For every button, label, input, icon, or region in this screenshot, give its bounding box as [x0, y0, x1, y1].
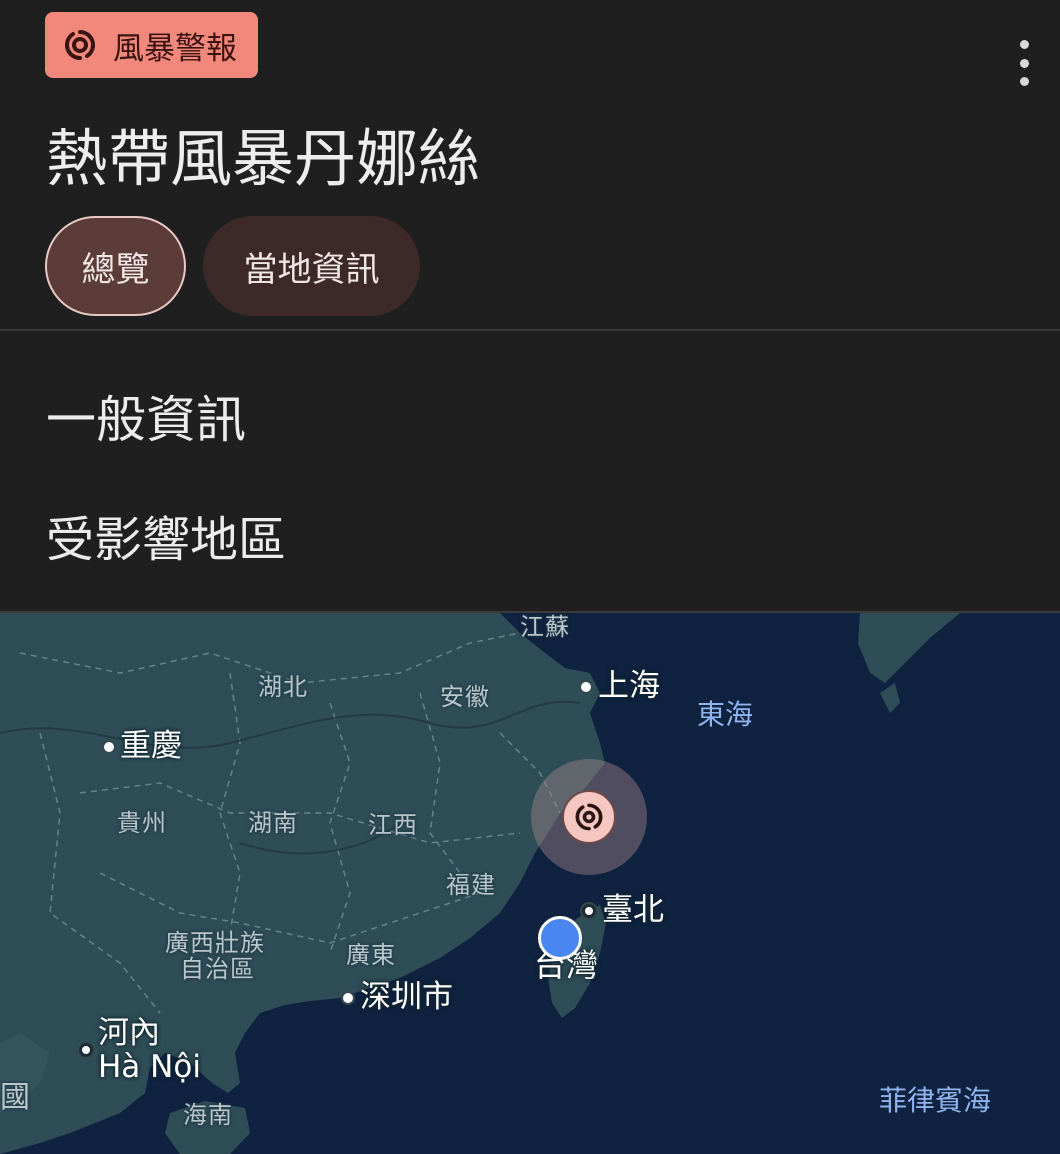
map-label-guangxi: 廣西壯族	[165, 929, 265, 957]
storm-alert-badge: 風暴警報	[45, 12, 258, 78]
city-dot-chongqing	[104, 742, 114, 752]
map-label-country-edge: 國	[0, 1080, 31, 1115]
city-dot-hanoi	[79, 1043, 93, 1057]
tab-overview-label: 總覽	[81, 249, 150, 290]
map-label-hunan: 湖南	[248, 809, 298, 837]
city-dot-taipei	[582, 904, 596, 918]
map-label-fujian: 福建	[446, 871, 496, 899]
section-general-info[interactable]: 一般資訊	[46, 380, 246, 452]
map-label-hanoi: 河內	[98, 1015, 160, 1051]
more-vert-icon[interactable]	[1012, 40, 1036, 86]
map-label-shanghai: 上海	[598, 668, 660, 704]
header-divider	[0, 329, 1060, 331]
city-dot-shanghai	[581, 682, 591, 692]
map-label-guangxi-2: 自治區	[180, 955, 255, 983]
map-label-guangdong: 廣東	[346, 941, 396, 969]
map-label-jiangxi: 江西	[368, 811, 418, 839]
tab-local-info[interactable]: 當地資訊	[203, 216, 420, 316]
city-dot-shenzhen	[343, 993, 353, 1003]
storm-header: 風暴警報 熱帶風暴丹娜絲 總覽 當地資訊	[0, 0, 1060, 330]
tab-local-info-label: 當地資訊	[243, 249, 380, 290]
map-label-chongqing: 重慶	[120, 728, 182, 764]
storm-map[interactable]: 江蘇 湖北 安徽 貴州 湖南 江西 福建 廣西壯族 自治區 廣東 海南 國 上海…	[0, 613, 1060, 1154]
cyclone-icon	[61, 26, 99, 64]
cyclone-icon[interactable]	[562, 790, 616, 844]
map-label-hubei: 湖北	[258, 673, 308, 701]
map-label-hainan: 海南	[183, 1101, 233, 1129]
section-affected-areas[interactable]: 受影響地區	[46, 500, 286, 570]
map-label-anhui: 安徽	[440, 683, 490, 711]
tab-overview[interactable]: 總覽	[45, 216, 186, 316]
map-label-jiangsu: 江蘇	[520, 613, 570, 641]
badge-label: 風暴警報	[113, 30, 237, 67]
map-label-taipei: 臺北	[602, 892, 664, 928]
my-location-dot	[538, 916, 582, 960]
map-label-hanoi-vi: Hà Nội	[98, 1049, 201, 1085]
map-label-philippine-sea: 菲律賓海	[879, 1084, 992, 1117]
map-label-guizhou: 貴州	[117, 809, 167, 837]
map-label-east-china-sea: 東海	[697, 698, 754, 731]
map-label-shenzhen: 深圳市	[360, 979, 453, 1015]
page-title: 熱帶風暴丹娜絲	[46, 122, 481, 195]
